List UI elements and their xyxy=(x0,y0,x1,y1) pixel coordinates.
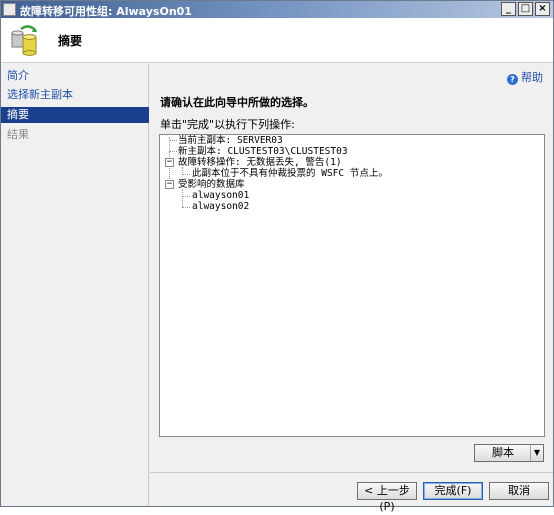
window-title: 故障转移可用性组: AlwaysOn01 xyxy=(20,5,192,18)
close-button[interactable]: × xyxy=(535,2,550,16)
script-button[interactable]: 脚本 ▼ xyxy=(474,444,544,462)
wizard-window: 故障转移可用性组: AlwaysOn01 _ □ × 摘要 简介 选择新主副本 … xyxy=(0,0,554,513)
wizard-header: 摘要 xyxy=(1,18,553,63)
dropdown-arrow-icon[interactable]: ▼ xyxy=(530,445,543,461)
tree-item-database: alwayson02 xyxy=(192,201,250,212)
collapse-icon[interactable]: − xyxy=(165,180,174,189)
wizard-sidebar: 简介 选择新主副本 摘要 结果 xyxy=(1,64,149,506)
app-icon xyxy=(3,3,16,16)
sidebar-item-results: 结果 xyxy=(7,128,29,141)
database-failover-icon xyxy=(11,25,37,56)
tree-item-warning: 此副本位于不具有仲裁投票的 WSFC 节点上。 xyxy=(192,168,388,179)
help-label: 帮助 xyxy=(521,71,543,84)
footer-divider xyxy=(150,472,553,473)
tree-item-database: alwayson01 xyxy=(192,190,250,201)
sidebar-item-select-primary[interactable]: 选择新主副本 xyxy=(1,87,149,103)
script-button-label: 脚本 xyxy=(492,446,514,459)
collapse-icon[interactable]: − xyxy=(165,158,174,167)
summary-tree[interactable]: 当前主副本: SERVER03 新主副本: CLUSTEST03\CLUSTES… xyxy=(159,134,545,437)
finish-button[interactable]: 完成(F) xyxy=(423,482,483,500)
help-icon: ? xyxy=(507,74,518,85)
instruction-text: 单击"完成"以执行下列操作: xyxy=(160,118,295,131)
sidebar-item-intro[interactable]: 简介 xyxy=(1,68,149,84)
cancel-button[interactable]: 取消 xyxy=(489,482,549,500)
page-title: 摘要 xyxy=(58,34,83,48)
sidebar-item-summary[interactable]: 摘要 xyxy=(1,107,149,123)
minimize-button[interactable]: _ xyxy=(501,2,516,16)
help-link[interactable]: ? 帮助 xyxy=(507,69,543,85)
maximize-button[interactable]: □ xyxy=(518,2,533,16)
back-button[interactable]: < 上一步(P) xyxy=(357,482,417,513)
tree-item-affected-databases: 受影响的数据库 xyxy=(178,179,245,190)
title-bar[interactable]: 故障转移可用性组: AlwaysOn01 _ □ × xyxy=(1,1,553,18)
main-panel: ? 帮助 请确认在此向导中所做的选择。 单击"完成"以执行下列操作: 当前主副本:… xyxy=(150,64,553,513)
tree-item-current-primary: 当前主副本: SERVER03 xyxy=(178,135,283,146)
tree-item-failover-operation: 故障转移操作: 无数据丢失, 警告(1) xyxy=(178,157,342,168)
confirm-heading: 请确认在此向导中所做的选择。 xyxy=(160,96,314,109)
tree-item-new-primary: 新主副本: CLUSTEST03\CLUSTEST03 xyxy=(178,146,348,157)
